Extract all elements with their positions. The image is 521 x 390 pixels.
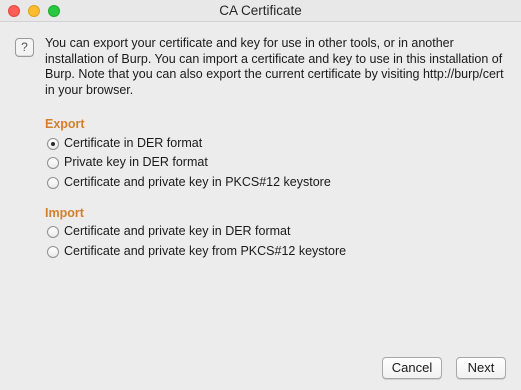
window-title: CA Certificate bbox=[219, 3, 302, 18]
radio-label[interactable]: Certificate in DER format bbox=[64, 136, 202, 150]
radio-label[interactable]: Certificate and private key in DER forma… bbox=[64, 224, 290, 238]
radio-button[interactable] bbox=[47, 246, 59, 258]
title-bar: CA Certificate bbox=[0, 0, 521, 22]
export-section-title: Export bbox=[45, 117, 85, 131]
import-section-title: Import bbox=[45, 206, 84, 220]
help-icon: ? bbox=[15, 38, 34, 57]
cancel-button[interactable]: Cancel bbox=[382, 357, 442, 379]
radio-label[interactable]: Certificate and private key from PKCS#12… bbox=[64, 244, 346, 258]
radio-button[interactable] bbox=[47, 177, 59, 189]
radio-button[interactable] bbox=[47, 157, 59, 169]
radio-button[interactable] bbox=[47, 226, 59, 238]
radio-label[interactable]: Certificate and private key in PKCS#12 k… bbox=[64, 175, 331, 189]
radio-button-selected[interactable] bbox=[47, 138, 59, 150]
ca-certificate-dialog: CA Certificate ? You can export your cer… bbox=[0, 0, 521, 390]
radio-label[interactable]: Private key in DER format bbox=[64, 155, 208, 169]
description-text: You can export your certificate and key … bbox=[45, 36, 504, 97]
next-button[interactable]: Next bbox=[456, 357, 506, 379]
